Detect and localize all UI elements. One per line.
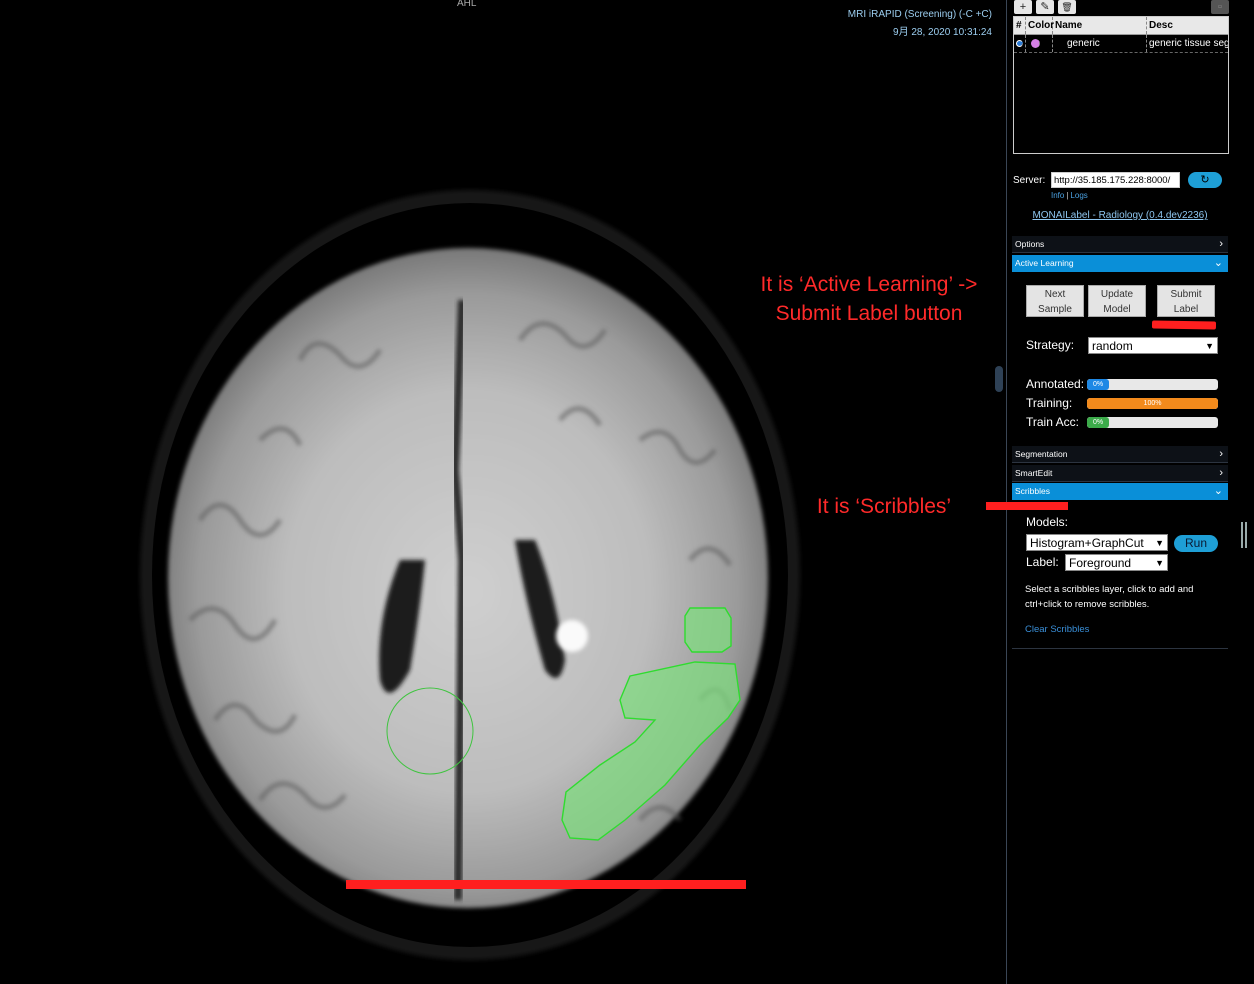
model-select[interactable]: Histogram+GraphCut ▼ xyxy=(1026,534,1168,551)
save-icon[interactable]: ▫ xyxy=(1211,0,1229,14)
train-acc-label: Train Acc: xyxy=(1026,415,1079,429)
model-value: Histogram+GraphCut xyxy=(1030,536,1144,550)
chevron-right-icon: › xyxy=(1219,467,1223,479)
col-color: Color xyxy=(1026,17,1054,34)
segment-color-swatch xyxy=(1026,35,1053,52)
study-description: MRI iRAPID (Screening) (-C +C) xyxy=(847,9,992,20)
strategy-value: random xyxy=(1092,339,1133,353)
section-segmentation[interactable]: Segmentation › xyxy=(1012,446,1228,463)
table-header: # Color Name Desc xyxy=(1014,17,1228,35)
section-options[interactable]: Options › xyxy=(1012,236,1228,253)
strategy-label: Strategy: xyxy=(1026,338,1075,352)
col-desc: Desc xyxy=(1149,20,1173,31)
strategy-select[interactable]: random ▼ xyxy=(1088,337,1218,354)
label-value: Foreground xyxy=(1069,556,1132,570)
annotation-line: Submit Label button xyxy=(775,302,963,325)
update-model-button[interactable]: Update Model xyxy=(1088,285,1146,317)
info-link[interactable]: Info xyxy=(1051,191,1064,200)
button-label: Sample xyxy=(1038,304,1072,315)
run-button[interactable]: Run xyxy=(1174,535,1218,552)
chevron-down-icon: ⌄ xyxy=(1213,257,1223,269)
section-title: Active Learning xyxy=(1015,258,1074,268)
table-row[interactable]: generic generic tissue seg xyxy=(1014,35,1228,53)
segment-name[interactable]: generic xyxy=(1053,35,1147,52)
annotated-progress-fill: 0% xyxy=(1087,379,1109,390)
train-acc-progress: 0% xyxy=(1087,417,1218,428)
refresh-icon[interactable]: ↻ xyxy=(1188,172,1222,188)
red-marker-submit xyxy=(1151,320,1217,330)
button-label: Label xyxy=(1173,304,1199,315)
annotated-progress: 0% xyxy=(1087,379,1218,390)
label-select[interactable]: Foreground ▼ xyxy=(1065,554,1168,571)
red-marker-scribbles xyxy=(986,502,1068,510)
panel-resize-rail[interactable] xyxy=(1232,0,1254,984)
server-links: Info | Logs xyxy=(1051,191,1088,200)
pencil-icon[interactable]: ✎ xyxy=(1036,0,1054,14)
col-name: Name xyxy=(1053,17,1147,34)
panel-divider xyxy=(1012,648,1228,649)
viewport-scroll-thumb[interactable] xyxy=(995,366,1003,392)
section-smartedit[interactable]: SmartEdit › xyxy=(1012,465,1228,482)
section-active-learning[interactable]: Active Learning ⌄ xyxy=(1012,255,1228,272)
submit-label-button[interactable]: Submit Label xyxy=(1157,285,1215,317)
clear-scribbles-link[interactable]: Clear Scribbles xyxy=(1025,624,1089,635)
orientation-marker-top: AHL xyxy=(457,0,477,9)
app-version-link[interactable]: MONAILabel - Radiology (0.4.dev2236) xyxy=(1007,210,1233,221)
annotation-scribbles: It is ‘Scribbles’ xyxy=(816,495,952,518)
right-panel: + ✎ 🗑 ▫ # Color Name Desc generic generi… xyxy=(1006,0,1233,984)
models-label: Models: xyxy=(1026,515,1069,529)
server-url-input[interactable] xyxy=(1051,172,1180,188)
annotation-active-learning: It is ‘Active Learning’ -> Submit Label … xyxy=(740,270,998,328)
chevron-down-icon: ⌄ xyxy=(1213,485,1223,497)
next-sample-button[interactable]: Next Sample xyxy=(1026,285,1084,317)
label-label: Label: xyxy=(1026,555,1059,569)
annotation-line: It is ‘Active Learning’ -> xyxy=(760,273,978,296)
chevron-down-icon: ▼ xyxy=(1205,341,1214,351)
button-label: Submit xyxy=(1170,289,1202,300)
link-separator: | xyxy=(1066,191,1069,200)
study-datetime: 9月 28, 2020 10:31:24 xyxy=(893,27,992,38)
segment-desc[interactable]: generic tissue seg xyxy=(1147,35,1228,52)
training-label: Training: xyxy=(1026,396,1073,410)
col-num: # xyxy=(1014,17,1026,34)
section-title: SmartEdit xyxy=(1015,468,1053,478)
button-label: Next xyxy=(1044,289,1066,300)
image-viewport[interactable]: AHL MRI iRAPID (Screening) (-C +C) 9月 28… xyxy=(0,0,1006,984)
button-label: Model xyxy=(1103,304,1131,315)
segment-radio[interactable] xyxy=(1014,35,1026,52)
logs-link[interactable]: Logs xyxy=(1070,191,1087,200)
resize-grip-icon[interactable] xyxy=(1241,522,1247,548)
chevron-down-icon: ▼ xyxy=(1155,558,1164,568)
button-label: Update xyxy=(1100,289,1134,300)
annotated-label: Annotated: xyxy=(1026,377,1085,391)
training-progress-fill: 100% xyxy=(1087,398,1218,409)
section-title: Segmentation xyxy=(1015,449,1068,459)
section-title: Scribbles xyxy=(1015,486,1050,496)
plus-icon[interactable]: + xyxy=(1014,0,1032,14)
section-scribbles[interactable]: Scribbles ⌄ xyxy=(1012,483,1228,500)
scribbles-help-text: Select a scribbles layer, click to add a… xyxy=(1025,584,1194,610)
server-label: Server: xyxy=(1013,175,1046,186)
training-progress: 100% xyxy=(1087,398,1218,409)
chevron-right-icon: › xyxy=(1219,238,1223,250)
train-acc-progress-fill: 0% xyxy=(1087,417,1109,428)
section-title: Options xyxy=(1015,239,1045,249)
chevron-down-icon: ▼ xyxy=(1155,538,1164,548)
chevron-right-icon: › xyxy=(1219,448,1223,460)
segments-table: # Color Name Desc generic generic tissue… xyxy=(1013,16,1229,154)
trash-icon[interactable]: 🗑 xyxy=(1058,0,1076,14)
